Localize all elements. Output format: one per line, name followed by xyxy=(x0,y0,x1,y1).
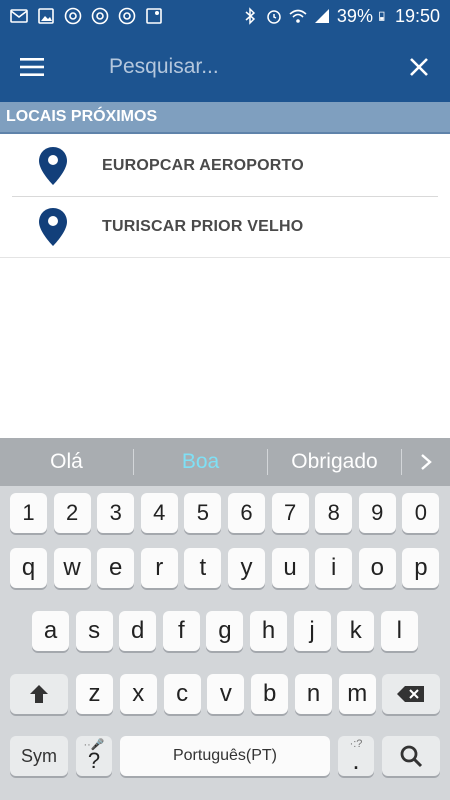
location-pin-icon xyxy=(39,147,67,185)
close-search-button[interactable] xyxy=(388,32,450,102)
keyboard-row-2: asdfghjkl xyxy=(0,611,450,663)
search-input[interactable] xyxy=(109,47,388,87)
key-z[interactable]: z xyxy=(76,674,113,714)
key-v[interactable]: v xyxy=(207,674,245,714)
key-g[interactable]: g xyxy=(206,611,244,651)
status-bar: 39% 19:50 xyxy=(0,0,450,32)
key-u[interactable]: u xyxy=(271,548,309,588)
battery-icon xyxy=(379,11,385,21)
key-h[interactable]: h xyxy=(250,611,287,651)
alarm-icon xyxy=(267,10,281,24)
key-8[interactable]: 8 xyxy=(315,493,353,533)
section-header: LOCAIS PRÓXIMOS xyxy=(0,102,450,134)
suggestion-word-selected[interactable]: Boa xyxy=(134,450,267,474)
key-6[interactable]: 6 xyxy=(228,493,265,533)
notification-icons xyxy=(0,7,163,25)
key-c[interactable]: c xyxy=(163,674,201,714)
key-7[interactable]: 7 xyxy=(271,493,309,533)
key-5[interactable]: 5 xyxy=(184,493,222,533)
shift-icon xyxy=(30,685,48,703)
key-r[interactable]: r xyxy=(140,548,178,588)
locations-list: EUROPCAR AEROPORTO TURISCAR PRIOR VELHO xyxy=(0,136,450,258)
key-n[interactable]: n xyxy=(295,674,332,714)
key-s[interactable]: s xyxy=(75,611,113,651)
space-key[interactable]: Português(PT) xyxy=(120,736,330,776)
menu-button[interactable] xyxy=(0,32,64,102)
close-icon xyxy=(410,58,428,76)
chrome-notification-icon xyxy=(91,7,109,25)
suggestion-word[interactable]: Olá xyxy=(0,450,133,474)
clock: 19:50 xyxy=(394,5,440,26)
map-notification-icon xyxy=(146,8,162,24)
key-1[interactable]: 1 xyxy=(10,493,47,533)
backspace-key[interactable] xyxy=(382,674,440,714)
suggestion-bar: Olá Boa Obrigado xyxy=(0,438,450,486)
key-3[interactable]: 3 xyxy=(97,493,135,533)
section-title: LOCAIS PRÓXIMOS xyxy=(6,108,158,125)
email-notification-icon xyxy=(10,9,28,23)
bluetooth-icon xyxy=(245,7,256,25)
key-b[interactable]: b xyxy=(251,674,289,714)
key-e[interactable]: e xyxy=(97,548,135,588)
search-key[interactable] xyxy=(382,736,440,776)
symbols-key[interactable]: Sym xyxy=(10,736,68,776)
key-x[interactable]: x xyxy=(119,674,157,714)
chrome-notification-icon xyxy=(118,7,136,25)
list-item-location[interactable]: TURISCAR PRIOR VELHO xyxy=(0,197,450,258)
key-9[interactable]: 9 xyxy=(358,493,396,533)
location-pin-icon xyxy=(39,208,67,246)
shift-key[interactable] xyxy=(10,674,68,714)
key-j[interactable]: j xyxy=(293,611,331,651)
wifi-icon xyxy=(289,9,307,23)
period-key[interactable]: ·:? . xyxy=(338,736,374,776)
key-4[interactable]: 4 xyxy=(140,493,178,533)
search-icon xyxy=(400,745,423,768)
key-p[interactable]: p xyxy=(402,548,440,588)
question-key[interactable]: ··🎤 ? xyxy=(76,736,112,776)
key-o[interactable]: o xyxy=(358,548,396,588)
chrome-notification-icon xyxy=(64,7,82,25)
soft-keyboard: Olá Boa Obrigado 1234567890 qwertyuiop a… xyxy=(0,438,450,800)
question-key-label: ? xyxy=(87,748,101,773)
key-i[interactable]: i xyxy=(315,548,353,588)
hamburger-menu-icon xyxy=(20,58,44,76)
key-w[interactable]: w xyxy=(53,548,91,588)
key-m[interactable]: m xyxy=(338,674,376,714)
keyboard-row-1: qwertyuiop xyxy=(0,548,450,600)
punctuation-hint: ·:? xyxy=(349,738,363,750)
location-name: EUROPCAR AEROPORTO xyxy=(102,157,304,174)
mic-hint-icon: ··🎤 xyxy=(83,739,105,751)
signal-icon xyxy=(314,9,329,23)
keyboard-row-4: Sym ··🎤 ? Português(PT) ·:? . xyxy=(0,736,450,788)
suggestion-word[interactable]: Obrigado xyxy=(268,450,401,474)
system-status: 39% 19:50 xyxy=(241,6,450,27)
key-k[interactable]: k xyxy=(337,611,375,651)
key-2[interactable]: 2 xyxy=(53,493,91,533)
key-t[interactable]: t xyxy=(184,548,222,588)
key-q[interactable]: q xyxy=(10,548,47,588)
key-0[interactable]: 0 xyxy=(402,493,440,533)
app-screen: 39% 19:50 LOCAIS PRÓXIMOS EUROPCAR AEROP… xyxy=(0,0,450,800)
more-suggestions-button[interactable] xyxy=(402,453,450,471)
battery-percent: 39% xyxy=(336,5,373,26)
gallery-notification-icon xyxy=(38,8,54,24)
key-f[interactable]: f xyxy=(162,611,200,651)
key-l[interactable]: l xyxy=(380,611,418,651)
key-y[interactable]: y xyxy=(228,548,265,588)
key-a[interactable]: a xyxy=(32,611,69,651)
list-item-location[interactable]: EUROPCAR AEROPORTO xyxy=(12,136,438,197)
key-d[interactable]: d xyxy=(119,611,157,651)
chevron-right-icon xyxy=(421,454,432,470)
keyboard-row-numbers: 1234567890 xyxy=(0,493,450,545)
search-toolbar xyxy=(0,32,450,102)
location-name: TURISCAR PRIOR VELHO xyxy=(102,218,304,235)
keyboard-row-3: zxcvbnm xyxy=(0,674,450,726)
backspace-icon xyxy=(397,686,424,702)
